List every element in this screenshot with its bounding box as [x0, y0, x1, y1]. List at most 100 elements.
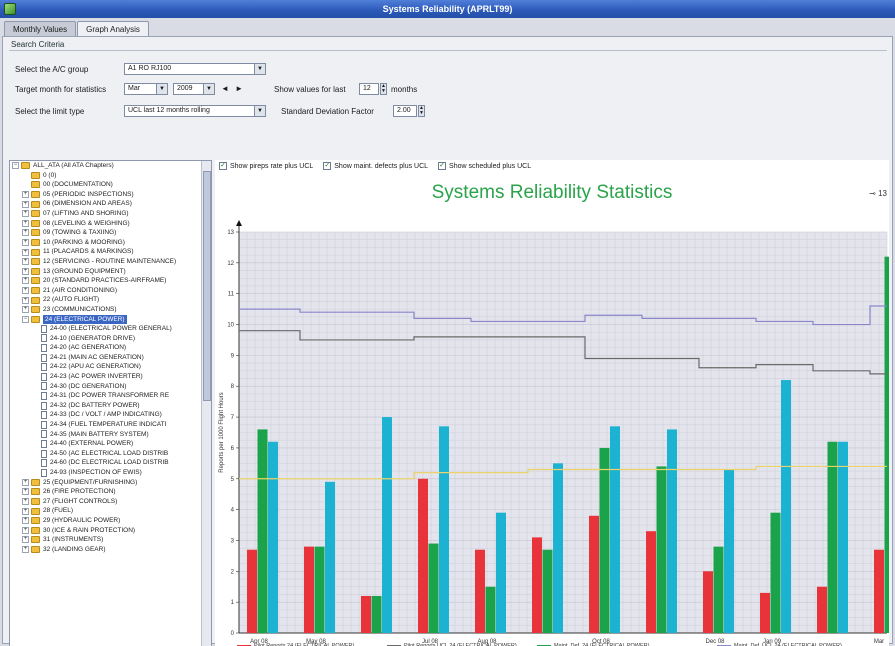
tab-monthly-values[interactable]: Monthly Values — [4, 21, 77, 36]
y-tick-label: 7 — [231, 415, 235, 421]
tree-vertical-scroll-thumb[interactable] — [203, 171, 211, 401]
tree-item[interactable]: 24-00 (ELECTRICAL POWER GENERAL) — [10, 324, 211, 334]
expand-icon[interactable]: + — [22, 507, 29, 515]
graph-analysis-panel: Search Criteria Select the A/C group A1 … — [2, 36, 893, 646]
tree-item[interactable]: 24-60 (DC ELECTRICAL LOAD DISTRIB — [10, 458, 211, 468]
tree-item[interactable]: − ALL_ATA (All ATA Chapters) — [10, 161, 211, 171]
bar — [667, 429, 677, 633]
tree-item[interactable]: +09 (TOWING & TAXIING) — [10, 228, 211, 238]
chevron-down-icon[interactable]: ▼ — [203, 84, 214, 94]
ata-chapter-tree[interactable]: − ALL_ATA (All ATA Chapters) 0 (0) 00 (DOCU… — [9, 160, 212, 646]
folder-icon — [31, 258, 40, 266]
expand-icon[interactable]: + — [22, 210, 29, 218]
bar — [646, 531, 656, 633]
tree-item[interactable]: 24-21 (MAIN AC GENERATION) — [10, 353, 211, 363]
tree-item[interactable]: 24-34 (FUEL TEMPERATURE INDICATI — [10, 420, 211, 430]
tree-item[interactable]: 24-22 (APU AC GENERATION) — [10, 362, 211, 372]
tab-graph-analysis[interactable]: Graph Analysis — [77, 21, 149, 37]
tree-item[interactable]: 24-20 (AC GENERATION) — [10, 343, 211, 353]
tree-item[interactable]: +10 (PARKING & MOORING) — [10, 238, 211, 248]
tree-item[interactable]: +30 (ICE & RAIN PROTECTION) — [10, 526, 211, 536]
expand-icon[interactable]: + — [22, 200, 29, 208]
show-values-stepper[interactable]: ▲ ▼ — [380, 83, 387, 95]
y-tick-label: 2 — [231, 569, 235, 575]
tree-item[interactable]: +26 (FIRE PROTECTION) — [10, 487, 211, 497]
expand-icon[interactable]: + — [22, 229, 29, 237]
expand-icon[interactable]: + — [22, 296, 29, 304]
tree-item-label: 00 (DOCUMENTATION) — [43, 181, 113, 189]
tree-item[interactable]: 24-30 (DC GENERATION) — [10, 382, 211, 392]
expand-icon[interactable]: + — [22, 498, 29, 506]
expand-icon[interactable]: + — [22, 536, 29, 544]
month-select[interactable]: Mar ▼ — [124, 83, 168, 95]
search-criteria-label: Search Criteria — [11, 40, 65, 49]
tree-item[interactable]: 24-35 (MAIN BATTERY SYSTEM) — [10, 430, 211, 440]
ac-group-select[interactable]: A1 RO RJ100 ▼ — [124, 63, 266, 75]
tree-item[interactable]: +08 (LEVELING & WEIGHING) — [10, 219, 211, 229]
tree-item-label: 22 (AUTO FLIGHT) — [43, 296, 100, 304]
tree-item[interactable]: 24-23 (AC POWER INVERTER) — [10, 372, 211, 382]
expand-icon[interactable]: + — [22, 488, 29, 496]
tree-item[interactable]: +25 (EQUIPMENT/FURNISHING) — [10, 478, 211, 488]
expand-icon[interactable]: + — [22, 239, 29, 247]
expand-icon[interactable]: + — [22, 267, 29, 275]
std-dev-input[interactable]: 2.00 — [393, 105, 417, 117]
expand-icon[interactable]: + — [22, 219, 29, 227]
expand-icon[interactable]: + — [22, 306, 29, 314]
tree-item[interactable]: 24-32 (DC BATTERY POWER) — [10, 401, 211, 411]
chevron-down-icon[interactable]: ▼ — [254, 106, 265, 116]
tree-item[interactable]: +21 (AIR CONDITIONING) — [10, 286, 211, 296]
chevron-down-icon[interactable]: ▼ — [156, 84, 167, 94]
document-icon — [41, 363, 47, 372]
expand-icon[interactable]: + — [22, 287, 29, 295]
tree-vertical-scrollbar[interactable] — [201, 161, 211, 646]
expand-icon[interactable]: + — [22, 546, 29, 554]
tree-item[interactable]: 24-50 (AC ELECTRICAL LOAD DISTRIB — [10, 449, 211, 459]
expand-icon[interactable]: + — [22, 478, 29, 486]
limit-type-select[interactable]: UCL last 12 months rolling ▼ — [124, 105, 266, 117]
tree-item[interactable]: +13 (GROUND EQUIPMENT) — [10, 267, 211, 277]
expand-icon[interactable]: + — [22, 191, 29, 199]
tree-item[interactable]: 24-31 (DC POWER TRANSFORMER RE — [10, 391, 211, 401]
tree-item[interactable]: +31 (INSTRUMENTS) — [10, 535, 211, 545]
month-nav-arrows[interactable]: ◄ ► — [221, 84, 245, 93]
tree-item[interactable]: 24-33 (DC / VOLT / AMP INDICATING) — [10, 410, 211, 420]
collapse-icon[interactable]: − — [22, 315, 29, 323]
tree-item[interactable]: − 24 (ELECTRICAL POWER) — [10, 314, 211, 325]
expand-icon[interactable]: + — [22, 258, 29, 266]
year-select[interactable]: 2009 ▼ — [173, 83, 215, 95]
tree-item[interactable]: +32 (LANDING GEAR) — [10, 545, 211, 555]
show-values-input[interactable]: 12 — [359, 83, 379, 95]
tree-rows: − ALL_ATA (All ATA Chapters) 0 (0) 00 (DOCU… — [10, 161, 211, 554]
expand-icon[interactable]: + — [22, 526, 29, 534]
std-dev-stepper[interactable]: ▲ ▼ — [418, 105, 425, 117]
collapse-icon[interactable]: − — [12, 162, 19, 170]
tree-item[interactable]: 0 (0) — [10, 171, 211, 181]
tree-item[interactable]: +22 (AUTO FLIGHT) — [10, 295, 211, 305]
tree-item[interactable]: +20 (STANDARD PRACTICES-AIRFRAME) — [10, 276, 211, 286]
tree-item[interactable]: +06 (DIMENSION AND AREAS) — [10, 199, 211, 209]
y-axis-arrow-icon — [236, 220, 242, 226]
tree-item[interactable]: +23 (COMMUNICATIONS) — [10, 305, 211, 315]
expand-icon[interactable]: + — [22, 277, 29, 285]
tree-item[interactable]: +28 (FUEL) — [10, 506, 211, 516]
expand-icon[interactable]: + — [22, 517, 29, 525]
tree-item[interactable]: 24-93 (INSPECTION OF EWIS) — [10, 468, 211, 478]
tree-item[interactable]: +27 (FLIGHT CONTROLS) — [10, 497, 211, 507]
tree-item[interactable]: +07 (LIFTING AND SHORING) — [10, 209, 211, 219]
tree-item[interactable]: +29 (HYDRAULIC POWER) — [10, 516, 211, 526]
expand-icon[interactable]: + — [22, 248, 29, 256]
tree-item-label: 13 (GROUND EQUIPMENT) — [43, 267, 126, 275]
folder-icon — [31, 277, 40, 285]
tree-item[interactable]: +11 (PLACARDS & MARKINGS) — [10, 247, 211, 257]
tree-item[interactable]: +12 (SERVICING - ROUTINE MAINTENANCE) — [10, 257, 211, 267]
tree-item[interactable]: 24-10 (GENERATOR DRIVE) — [10, 334, 211, 344]
tree-item[interactable]: 00 (DOCUMENTATION) — [10, 180, 211, 190]
bar — [770, 512, 781, 633]
tree-item[interactable]: +05 (PERIODIC INSPECTIONS) — [10, 190, 211, 200]
bar — [874, 549, 884, 633]
y-tick-label: 9 — [231, 353, 235, 359]
chevron-down-icon[interactable]: ▼ — [254, 64, 265, 74]
bar — [838, 441, 848, 633]
tree-item[interactable]: 24-40 (EXTERNAL POWER) — [10, 439, 211, 449]
